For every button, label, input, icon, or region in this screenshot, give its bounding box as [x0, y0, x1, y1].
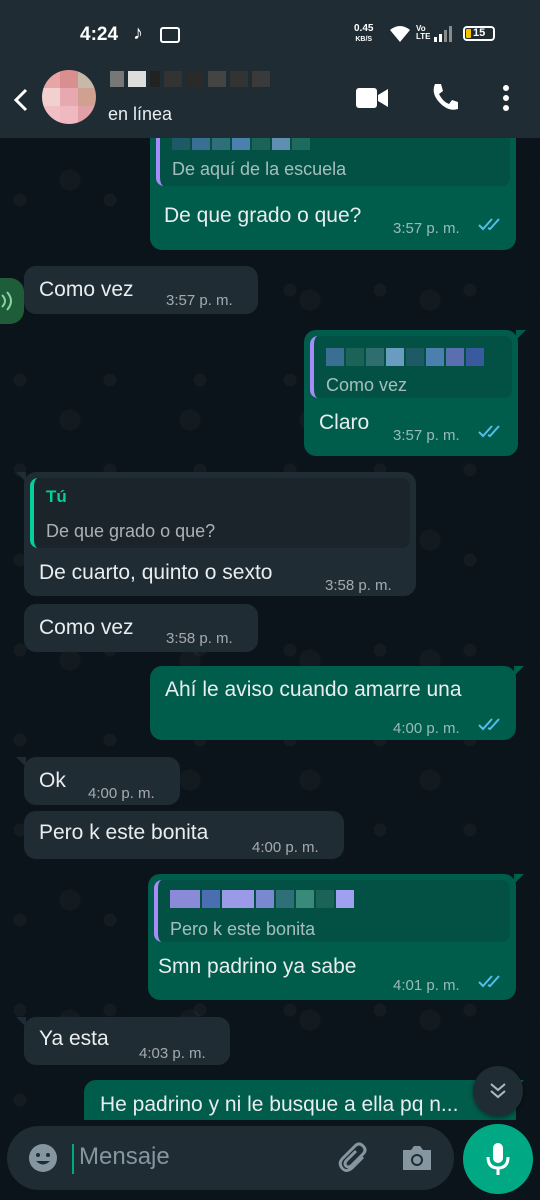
emoji-icon[interactable]	[27, 1142, 59, 1174]
message-incoming[interactable]: Como vez 3:58 p. m.	[24, 604, 258, 652]
contact-name-redacted[interactable]	[110, 71, 270, 87]
message-input-container[interactable]: Mensaje	[7, 1126, 454, 1190]
read-ticks-icon	[478, 718, 500, 731]
message-list[interactable]: De aquí de la escuela De que grado o que…	[0, 138, 540, 1120]
camera-icon[interactable]	[401, 1144, 433, 1172]
read-ticks-icon	[478, 218, 500, 231]
message-time: 3:57 p. m.	[393, 427, 460, 444]
text-caret	[72, 1144, 74, 1174]
message-text: Como vez	[39, 278, 134, 301]
quote-text: Como vez	[326, 375, 408, 395]
quote-author-redacted	[172, 138, 310, 150]
contact-avatar[interactable]	[42, 70, 96, 124]
message-time: 4:01 p. m.	[393, 977, 460, 994]
message-time: 3:58 p. m.	[325, 577, 392, 594]
scroll-to-bottom-button[interactable]	[473, 1066, 523, 1116]
quoted-message[interactable]: Tú De que grado o que?	[30, 478, 410, 548]
contact-status: en línea	[108, 104, 173, 124]
message-time: 4:00 p. m.	[88, 785, 155, 802]
message-incoming[interactable]: Ok 4:00 p. m.	[16, 757, 180, 805]
quoted-message[interactable]: Como vez	[310, 336, 512, 398]
signal-icon	[434, 26, 452, 42]
wifi-icon	[390, 26, 410, 42]
message-incoming[interactable]: Ya esta 4:03 p. m.	[16, 1017, 230, 1065]
voice-note-button[interactable]	[0, 278, 24, 324]
network-speed: 0.45 KB/S	[354, 24, 373, 45]
message-time: 3:57 p. m.	[166, 292, 233, 309]
message-time: 3:58 p. m.	[166, 630, 233, 647]
message-text: Como vez	[39, 616, 134, 639]
composer-bar: Mensaje	[0, 1120, 540, 1200]
network-speed-unit: KB/S	[355, 36, 373, 43]
message-input[interactable]: Mensaje	[79, 1143, 170, 1171]
message-text: De cuarto, quinto o sexto	[39, 561, 273, 584]
sound-wave-icon	[1, 291, 12, 311]
network-speed-value: 0.45	[354, 23, 374, 34]
message-time: 4:00 p. m.	[252, 839, 319, 856]
message-time: 4:03 p. m.	[139, 1045, 206, 1062]
quoted-message[interactable]: Pero k este bonita	[154, 880, 510, 942]
message-incoming[interactable]: Tú De que grado o que? De cuarto, quinto…	[16, 472, 416, 596]
message-incoming[interactable]: Como vez 3:57 p. m.	[24, 266, 258, 314]
message-text: Ahí le aviso cuando amarre una	[165, 678, 462, 701]
message-outgoing[interactable]: De aquí de la escuela De que grado o que…	[150, 138, 516, 250]
message-outgoing[interactable]: He padrino y ni le busque a ella pq n...	[84, 1080, 524, 1120]
attach-icon[interactable]	[337, 1141, 371, 1175]
more-vert-icon[interactable]	[501, 84, 511, 112]
video-call-icon[interactable]	[356, 86, 388, 110]
message-text: Pero k este bonita	[39, 821, 209, 844]
message-text: Claro	[319, 411, 370, 434]
chat-header: en línea	[0, 62, 540, 138]
message-text: Ok	[39, 769, 66, 792]
quote-text: De que grado o que?	[46, 521, 216, 541]
message-time: 3:57 p. m.	[393, 220, 460, 237]
message-outgoing[interactable]: Ahí le aviso cuando amarre una 4:00 p. m…	[150, 666, 524, 740]
message-incoming[interactable]: Pero k este bonita 4:00 p. m.	[24, 811, 344, 859]
read-ticks-icon	[478, 975, 500, 988]
quote-text: De aquí de la escuela	[172, 159, 347, 179]
quote-text: Pero k este bonita	[170, 919, 316, 939]
voice-record-button[interactable]	[463, 1124, 533, 1194]
message-time: 4:00 p. m.	[393, 720, 460, 737]
battery-level: 15	[473, 27, 486, 39]
microphone-icon	[486, 1143, 510, 1175]
status-time: 4:24	[80, 24, 119, 45]
quote-author: Tú	[46, 487, 67, 506]
status-bar: 4:24 ♪ 0.45 KB/S Vo LTE 15	[0, 0, 540, 62]
battery-icon: 15	[463, 26, 495, 41]
message-text: Ya esta	[39, 1027, 109, 1050]
back-arrow-icon[interactable]	[10, 86, 32, 114]
message-outgoing[interactable]: Pero k este bonita Smn padrino ya sabe 4…	[148, 874, 524, 1000]
message-text: He padrino y ni le busque a ella pq n...	[100, 1093, 459, 1116]
quote-author-redacted	[326, 348, 484, 366]
radio-notification-icon	[160, 27, 180, 43]
double-chevron-down-icon	[490, 1083, 506, 1099]
message-text: Smn padrino ya sabe	[158, 955, 357, 978]
quoted-message[interactable]: De aquí de la escuela	[156, 138, 510, 186]
tiktok-notification-icon: ♪	[133, 22, 143, 44]
message-text: De que grado o que?	[164, 204, 362, 227]
message-outgoing[interactable]: Como vez Claro 3:57 p. m.	[304, 330, 526, 456]
volte-icon: Vo LTE	[416, 24, 431, 41]
quote-author-redacted	[170, 890, 354, 908]
read-ticks-icon	[478, 425, 500, 438]
phone-icon[interactable]	[430, 82, 458, 112]
